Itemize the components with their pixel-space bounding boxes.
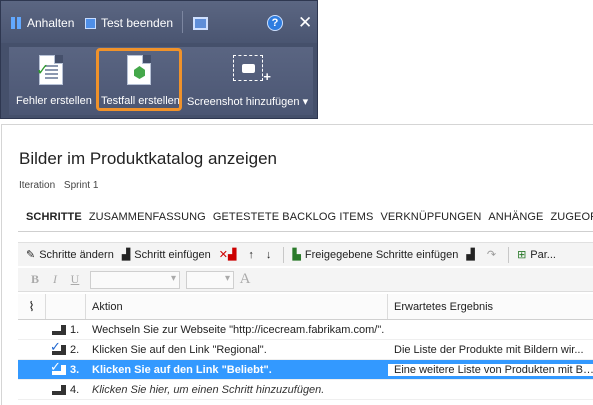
- highlight-frame: [96, 48, 182, 111]
- paperclip-icon: ⌇: [28, 298, 35, 314]
- arrow-down-icon: ↓: [265, 248, 272, 261]
- parameter-button[interactable]: ⊞ Par...: [517, 248, 556, 262]
- step-passed-icon: ✓: [50, 339, 66, 355]
- insert-step-label: Schritt einfügen: [134, 248, 211, 261]
- close-icon: ✕: [298, 13, 313, 32]
- insert-shared-steps-button[interactable]: ▙ Freigegebene Schritte einfügen: [292, 248, 459, 262]
- chevron-down-icon[interactable]: ▾: [303, 96, 309, 108]
- expected-column-header[interactable]: Erwartetes Ergebnis: [388, 294, 593, 319]
- add-screenshot-label: Screenshot hinzufügen: [187, 96, 300, 108]
- table-row-add-step[interactable]: 4. Klicken Sie hier, um einen Schritt hi…: [18, 380, 593, 400]
- arrow-up-icon: ↑: [248, 248, 254, 261]
- bug-document-icon: ✓: [36, 55, 63, 85]
- attachment-column-header: ⌇: [18, 294, 46, 319]
- table-row[interactable]: ✓ 2. Klicken Sie auf den Link "Regional"…: [18, 339, 593, 360]
- close-button[interactable]: ✕: [298, 14, 312, 32]
- insert-shared-steps-label: Freigegebene Schritte einfügen: [304, 248, 459, 261]
- format-toolbar: B I U A: [18, 268, 593, 292]
- screenshot-icon: +: [233, 55, 271, 84]
- tab-steps[interactable]: SCHRITTE: [26, 211, 82, 223]
- tab-summary[interactable]: ZUSAMMENFASSUNG: [89, 211, 206, 223]
- font-size-select[interactable]: [186, 270, 234, 289]
- step-icon: [52, 324, 66, 335]
- undo-icon: ↷: [486, 249, 497, 261]
- step-action[interactable]: Klicken Sie auf den Link "Beliebt".: [86, 364, 388, 376]
- edit-steps-button[interactable]: ✎ Schritte ändern: [26, 248, 114, 262]
- shared-steps-icon: ▙: [292, 249, 301, 261]
- switch-window-button[interactable]: [193, 14, 208, 32]
- work-item-form: Bilder im Produktkatalog anzeigen Iterat…: [1, 124, 593, 405]
- tab-strip: SCHRITTE ZUSAMMENFASSUNG GETESTETE BACKL…: [26, 211, 593, 223]
- end-test-button[interactable]: Test beenden: [85, 14, 173, 32]
- step-number: 1.: [70, 323, 80, 336]
- number-column-header: [46, 294, 86, 319]
- pencil-icon: ✎: [26, 249, 36, 261]
- pause-icon: [11, 17, 23, 29]
- underline-button[interactable]: U: [66, 272, 84, 287]
- stop-icon: [85, 17, 96, 29]
- step-number: 4.: [70, 383, 80, 396]
- step-action[interactable]: Wechseln Sie zur Webseite "http://icecre…: [86, 324, 388, 336]
- step-expected[interactable]: Eine weitere Liste von Produkten mit Bi.…: [388, 363, 593, 376]
- grid-header: ⌇ Aktion Erwartetes Ergebnis: [18, 294, 593, 320]
- create-shared-steps-icon: ▟: [466, 249, 475, 261]
- create-bug-label: Fehler erstellen: [16, 95, 92, 107]
- parameter-icon: ⊞: [517, 249, 527, 261]
- toolbar-divider: [182, 11, 183, 33]
- delete-step-icon: ✕▟: [218, 249, 237, 261]
- action-column-header[interactable]: Aktion: [86, 294, 388, 319]
- insert-step-icon: ▟: [121, 249, 131, 261]
- insert-step-button[interactable]: ▟ Schritt einfügen: [121, 248, 211, 262]
- step-passed-icon: ✓: [50, 359, 66, 375]
- create-bug-button[interactable]: ✓ Fehler erstellen: [9, 47, 95, 115]
- iteration-value[interactable]: Sprint 1: [64, 180, 98, 191]
- window-icon: [193, 16, 208, 30]
- iteration-field: Iteration Sprint 1: [19, 180, 98, 191]
- steps-toolbar: ✎ Schritte ändern ▟ Schritt einfügen ✕▟ …: [18, 242, 593, 266]
- tab-divider: [18, 231, 593, 232]
- delete-step-button[interactable]: ✕▟: [219, 248, 241, 261]
- help-icon: ?: [267, 15, 283, 31]
- undo-button[interactable]: ↷: [487, 248, 500, 261]
- tab-associated[interactable]: ZUGEORD...: [550, 211, 593, 223]
- end-test-label: Test beenden: [101, 16, 174, 30]
- tab-attachments[interactable]: ANHÄNGE: [488, 211, 543, 223]
- step-expected[interactable]: Die Liste der Produkte mit Bildern wir..…: [388, 344, 593, 356]
- parameter-label: Par...: [530, 248, 556, 261]
- add-screenshot-button[interactable]: + Screenshot hinzufügen ▾: [185, 47, 313, 115]
- pause-label: Anhalten: [27, 16, 75, 30]
- toolbar-divider: [283, 246, 285, 263]
- step-number: 3.: [70, 363, 80, 376]
- step-action[interactable]: Klicken Sie auf den Link "Regional".: [86, 344, 388, 356]
- move-up-button[interactable]: ↑: [248, 249, 258, 261]
- steps-grid: ⌇ Aktion Erwartetes Ergebnis 1. Wechseln…: [18, 294, 593, 400]
- font-color-button[interactable]: A: [236, 271, 254, 288]
- runner-top-bar: Anhalten Test beenden ? ✕: [1, 1, 317, 43]
- add-step-placeholder[interactable]: Klicken Sie hier, um einen Schritt hinzu…: [86, 384, 388, 396]
- step-icon: [52, 384, 66, 395]
- move-down-button[interactable]: ↓: [266, 249, 276, 261]
- pause-button[interactable]: Anhalten: [11, 14, 74, 32]
- edit-steps-label: Schritte ändern: [39, 248, 114, 261]
- help-button[interactable]: ?: [267, 14, 283, 32]
- page-title: Bilder im Produktkatalog anzeigen: [19, 149, 277, 168]
- tab-links[interactable]: VERKNÜPFUNGEN: [380, 211, 481, 223]
- toolbar-divider: [508, 246, 510, 263]
- step-number: 2.: [70, 343, 80, 356]
- iteration-label: Iteration: [19, 180, 56, 191]
- tab-tested-backlog-items[interactable]: GETESTETE BACKLOG ITEMS: [213, 211, 374, 223]
- create-shared-steps-button[interactable]: ▟: [466, 248, 478, 261]
- italic-button[interactable]: I: [46, 272, 64, 287]
- test-runner-panel: Anhalten Test beenden ? ✕ ✓ Fehler erste…: [0, 0, 318, 119]
- font-family-select[interactable]: [90, 270, 180, 289]
- table-row-selected[interactable]: ✓ 3. Klicken Sie auf den Link "Beliebt".…: [18, 359, 593, 380]
- bold-button[interactable]: B: [26, 272, 44, 287]
- table-row[interactable]: 1. Wechseln Sie zur Webseite "http://ice…: [18, 320, 593, 340]
